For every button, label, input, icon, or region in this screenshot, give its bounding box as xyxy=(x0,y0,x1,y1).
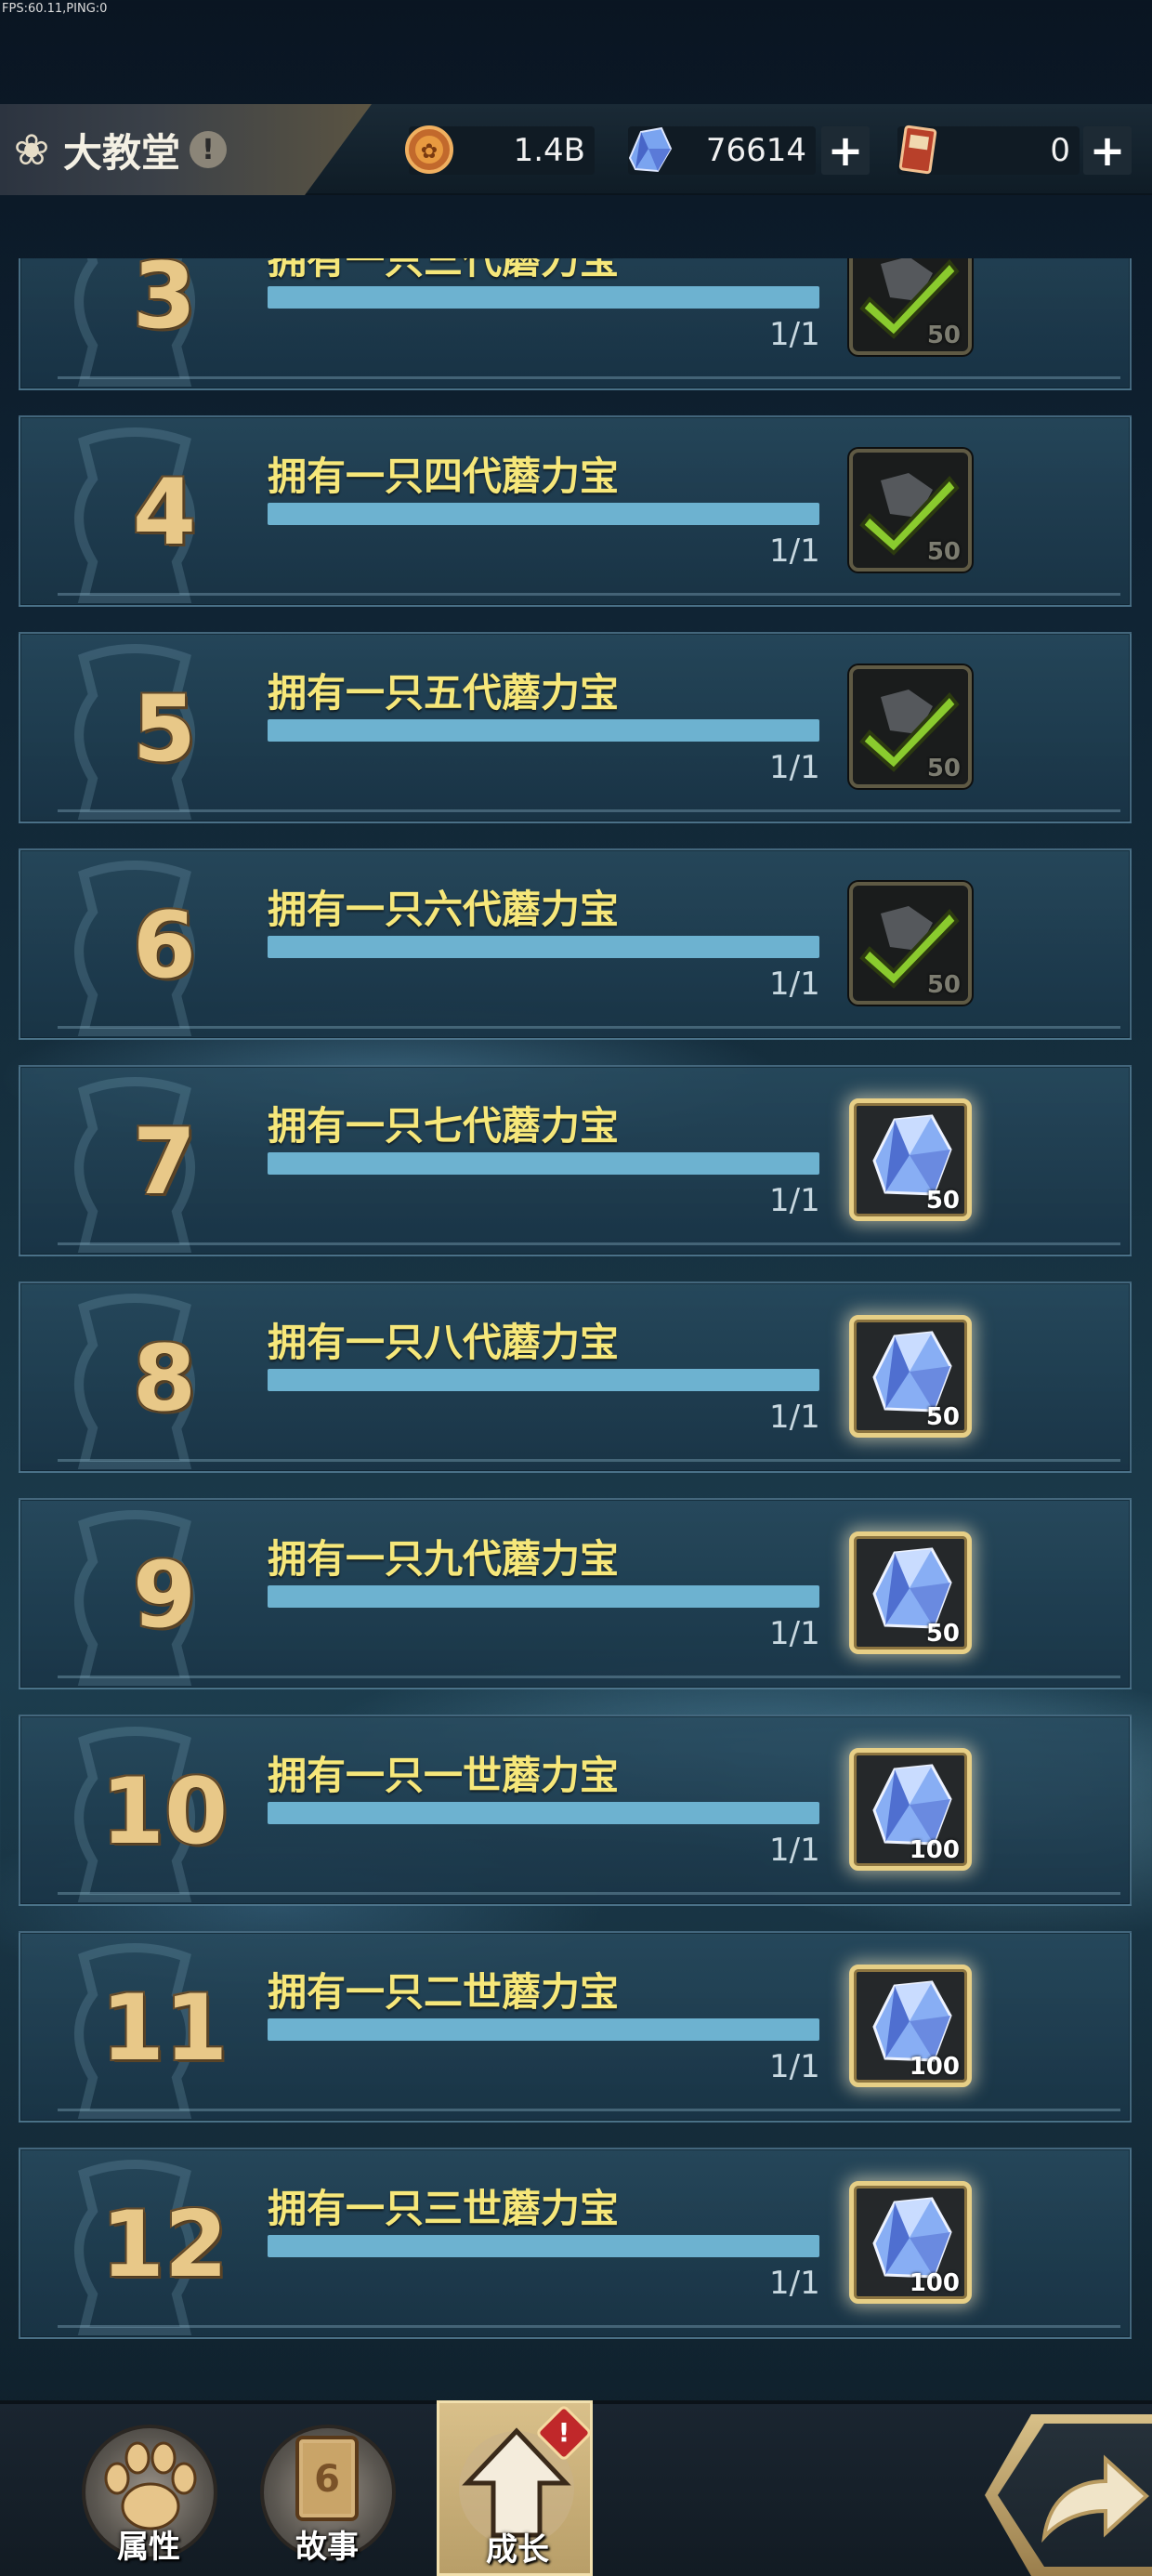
growth-alert-text: ! xyxy=(557,2417,570,2448)
task-row: 6 拥有一只六代蘑力宝 1/1 50 xyxy=(19,848,1132,1040)
reward-slot[interactable]: 100 xyxy=(849,2181,972,2304)
reward-quantity: 100 xyxy=(909,1836,960,1864)
task-progress-text: 1/1 xyxy=(769,316,820,353)
task-row: 7 拥有一只七代蘑力宝 1/1 50 xyxy=(19,1065,1132,1256)
gold-counter: ✿ 1.4B xyxy=(405,125,595,175)
task-index: 6 xyxy=(132,893,197,999)
crystal-icon xyxy=(628,126,673,173)
reward-quantity: 50 xyxy=(926,538,961,566)
reward-slot[interactable]: 50 xyxy=(849,665,972,788)
gold-value: 1.4B xyxy=(513,132,585,169)
flower-icon: ❀ xyxy=(13,125,50,175)
reward-quantity: 50 xyxy=(926,322,961,349)
task-progress-text: 1/1 xyxy=(769,1832,820,1869)
task-title: 拥有一只八代蘑力宝 xyxy=(268,1320,620,1365)
task-progress-bar xyxy=(268,936,819,958)
tab-attributes[interactable]: 属性 xyxy=(65,2400,217,2576)
reward-quantity: 100 xyxy=(909,2053,960,2081)
crystal-counter: 76614 xyxy=(628,126,816,175)
reward-slot[interactable]: 100 xyxy=(849,1965,972,2087)
task-row: 4 拥有一只四代蘑力宝 1/1 50 xyxy=(19,415,1132,607)
reward-slot[interactable]: 100 xyxy=(849,1748,972,1871)
task-progress-text: 1/1 xyxy=(769,1182,820,1219)
task-progress-text: 1/1 xyxy=(769,532,820,570)
task-index: 5 xyxy=(132,677,197,782)
task-index: 3 xyxy=(132,258,197,349)
task-progress-text: 1/1 xyxy=(769,966,820,1003)
alert-icon[interactable]: ! xyxy=(190,131,228,168)
task-title: 拥有一只三世蘑力宝 xyxy=(268,2186,620,2231)
reward-slot[interactable]: 50 xyxy=(849,1315,972,1438)
reward-quantity: 50 xyxy=(925,1403,960,1431)
coin-icon: ✿ xyxy=(405,125,453,174)
task-index: 11 xyxy=(100,1976,229,2082)
task-list[interactable]: 3 拥有一只三代蘑力宝 1/1 50 4 拥有一只四代蘑力宝 1/1 50 5 拥有一只五代蘑力宝… xyxy=(0,258,1152,2349)
tab-growth-label: 成长 xyxy=(486,2531,549,2569)
task-progress-text: 1/1 xyxy=(769,1399,820,1436)
tab-story-label: 故事 xyxy=(295,2529,359,2566)
task-row: 12 拥有一只三世蘑力宝 1/1 100 xyxy=(19,2148,1132,2339)
task-row: 10 拥有一只一世蘑力宝 1/1 100 xyxy=(19,1715,1132,1906)
reward-slot[interactable]: 50 xyxy=(849,258,972,355)
svg-text:✿: ✿ xyxy=(421,140,438,164)
top-resource-bar: ❀ 大教堂 ! ✿ 1.4B 76614 + 0 + xyxy=(0,104,1152,195)
tab-growth[interactable]: ! 成长 xyxy=(437,2400,594,2576)
task-index: 10 xyxy=(100,1759,229,1865)
crystal-value: 76614 xyxy=(705,132,806,169)
task-row: 11 拥有一只二世蘑力宝 1/1 100 xyxy=(19,1931,1132,2123)
task-progress-text: 1/1 xyxy=(769,749,820,786)
task-row: 3 拥有一只三代蘑力宝 1/1 50 xyxy=(19,258,1132,390)
reward-quantity: 50 xyxy=(926,971,961,999)
task-index: 9 xyxy=(132,1543,197,1649)
task-progress-bar xyxy=(268,1152,819,1175)
task-progress-bar xyxy=(268,2235,819,2257)
task-index: 4 xyxy=(132,460,197,566)
back-arrow-icon xyxy=(1041,2454,1149,2543)
reward-quantity: 100 xyxy=(909,2269,960,2297)
task-progress-bar xyxy=(268,2018,819,2041)
buy-ticket-button[interactable]: + xyxy=(1083,125,1132,176)
task-progress-bar xyxy=(268,719,819,742)
ticket-counter: 0 xyxy=(897,125,1080,175)
reward-quantity: 50 xyxy=(925,1187,960,1215)
task-progress-bar xyxy=(268,503,819,525)
task-row: 8 拥有一只八代蘑力宝 1/1 50 xyxy=(19,1281,1132,1473)
task-title: 拥有一只七代蘑力宝 xyxy=(268,1103,620,1149)
task-title: 拥有一只一世蘑力宝 xyxy=(268,1753,620,1798)
task-title: 拥有一只四代蘑力宝 xyxy=(268,453,620,499)
task-index: 7 xyxy=(132,1110,197,1216)
reward-slot[interactable]: 50 xyxy=(849,1098,972,1221)
svg-text:6: 6 xyxy=(314,2458,340,2501)
task-progress-text: 1/1 xyxy=(769,2265,820,2302)
task-progress-bar xyxy=(268,1802,819,1824)
task-title: 拥有一只九代蘑力宝 xyxy=(268,1536,620,1582)
task-row: 5 拥有一只五代蘑力宝 1/1 50 xyxy=(19,632,1132,823)
task-title: 拥有一只二世蘑力宝 xyxy=(268,1969,620,2015)
tab-story[interactable]: 6 故事 xyxy=(243,2400,396,2576)
task-index: 12 xyxy=(100,2192,229,2298)
location-header: ❀ 大教堂 ! xyxy=(0,104,372,195)
task-title: 拥有一只三代蘑力宝 xyxy=(268,258,620,283)
reward-slot[interactable]: 50 xyxy=(849,1531,972,1654)
task-progress-bar xyxy=(268,1369,819,1391)
task-title: 拥有一只五代蘑力宝 xyxy=(268,670,620,716)
buy-crystal-button[interactable]: + xyxy=(821,125,870,176)
location-title: 大教堂 xyxy=(63,129,181,176)
task-index: 8 xyxy=(132,1326,197,1432)
fps-counter: FPS:60.11,PING:0 xyxy=(2,2,108,16)
task-progress-bar xyxy=(268,1585,819,1608)
task-row: 9 拥有一只九代蘑力宝 1/1 50 xyxy=(19,1498,1132,1689)
reward-slot[interactable]: 50 xyxy=(849,449,972,572)
reward-slot[interactable]: 50 xyxy=(849,882,972,1005)
tab-attributes-label: 属性 xyxy=(117,2529,180,2566)
ticket-icon xyxy=(898,125,937,175)
reward-quantity: 50 xyxy=(926,755,961,782)
ticket-value: 0 xyxy=(1050,132,1070,169)
task-progress-bar xyxy=(268,286,819,309)
task-title: 拥有一只六代蘑力宝 xyxy=(268,887,620,932)
book-icon: 6 xyxy=(295,2436,359,2521)
task-progress-text: 1/1 xyxy=(769,2048,820,2085)
reward-quantity: 50 xyxy=(925,1620,960,1648)
task-progress-text: 1/1 xyxy=(769,1615,820,1652)
